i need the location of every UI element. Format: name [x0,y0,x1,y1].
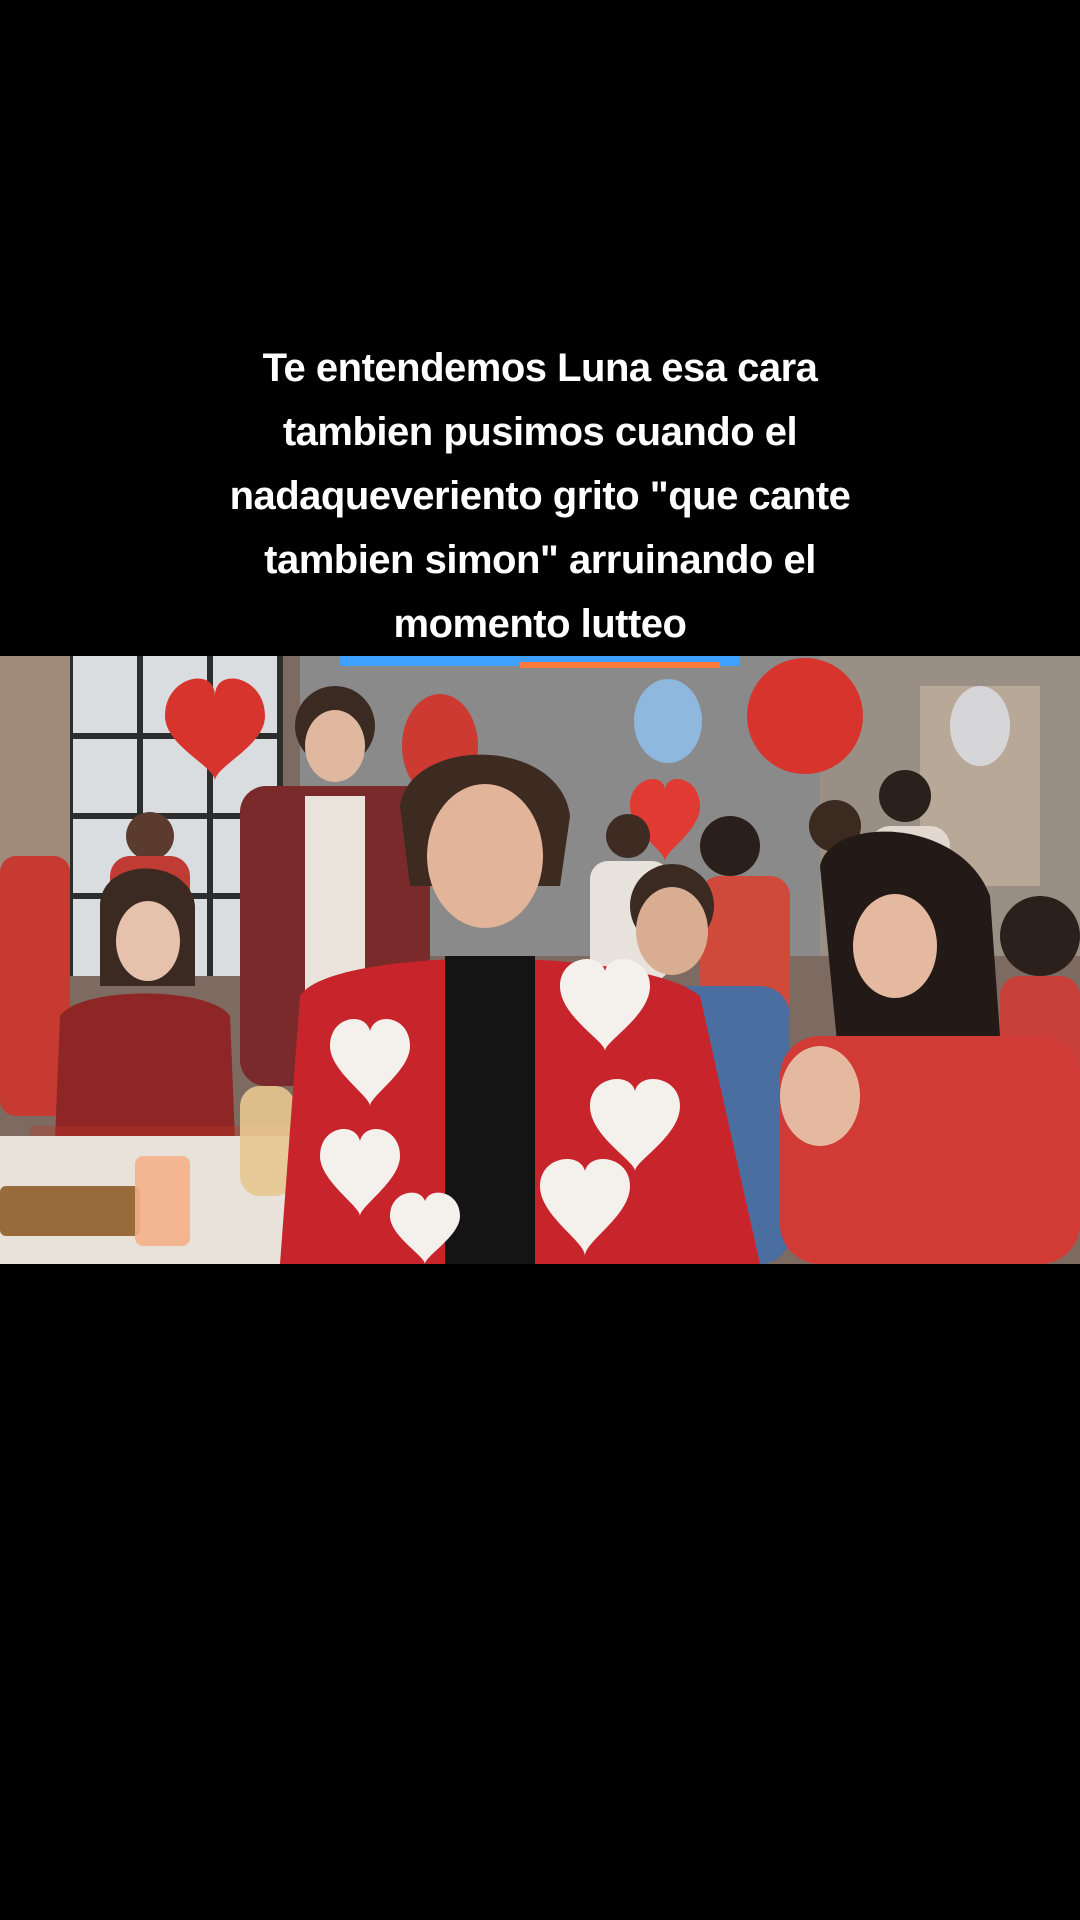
balloon-blue [634,679,702,763]
caption-line-5: momento lutteo [393,602,687,646]
balloon-flower [747,658,863,774]
balloon-silver [950,686,1010,766]
video-scene [0,656,1080,1264]
caption-line-3: nadaqueveriento grito "que cante [229,474,851,518]
drink-glass [135,1156,190,1246]
video-player-screen[interactable]: Te entendemos Luna esa cara tambien pusi… [0,0,1080,1920]
caption-line-2: tambien pusimos cuando el [282,410,798,454]
caption-line-1: Te entendemos Luna esa cara [262,346,818,390]
basket [0,1186,140,1236]
caption-line-4: tambien simon" arruinando el [264,538,816,582]
caption-text: Te entendemos Luna esa cara tambien pusi… [140,336,940,656]
video-frame[interactable] [0,656,1080,1264]
